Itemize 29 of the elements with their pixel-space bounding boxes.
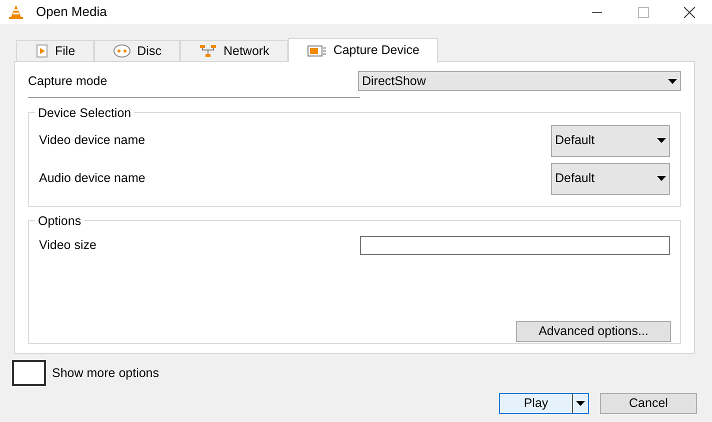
tab[interactable]: Capture Device <box>288 38 438 62</box>
device-label: Audio device name <box>39 170 146 188</box>
capture-card-icon <box>307 44 328 58</box>
maximize-icon <box>638 6 648 18</box>
close-icon <box>684 6 694 18</box>
capture-mode-label: Capture mode <box>28 72 108 90</box>
show-more-checkbox[interactable] <box>12 360 46 386</box>
disc-icon <box>113 44 132 58</box>
dropdown-arrow-icon <box>657 176 666 181</box>
cancel-button[interactable]: Cancel <box>600 393 697 414</box>
video-size-label: Video size <box>39 237 96 254</box>
window-title: Open Media <box>36 3 107 22</box>
tab[interactable]: File <box>16 40 94 61</box>
file-icon <box>35 44 49 58</box>
traffic-cone-icon <box>8 4 24 20</box>
tab[interactable]: Disc <box>94 40 180 61</box>
play-button[interactable]: Play <box>499 393 589 414</box>
show-more-options-label: Show more options <box>52 364 160 382</box>
device-dropdown[interactable]: Default <box>551 162 670 194</box>
device-label: Video device name <box>39 132 146 150</box>
dropdown-arrow-icon <box>668 78 677 84</box>
video-size-field[interactable] <box>360 236 670 255</box>
device-dropdown[interactable]: Default <box>551 124 670 156</box>
capture-mode-dropdown[interactable]: DirectShow <box>358 71 681 91</box>
tab[interactable]: Network <box>180 40 288 61</box>
dropdown-arrow-icon <box>657 138 666 143</box>
network-icon <box>199 44 218 58</box>
dropdown-arrow-icon <box>576 401 585 406</box>
advanced-options-button[interactable]: Advanced options... <box>516 321 671 342</box>
